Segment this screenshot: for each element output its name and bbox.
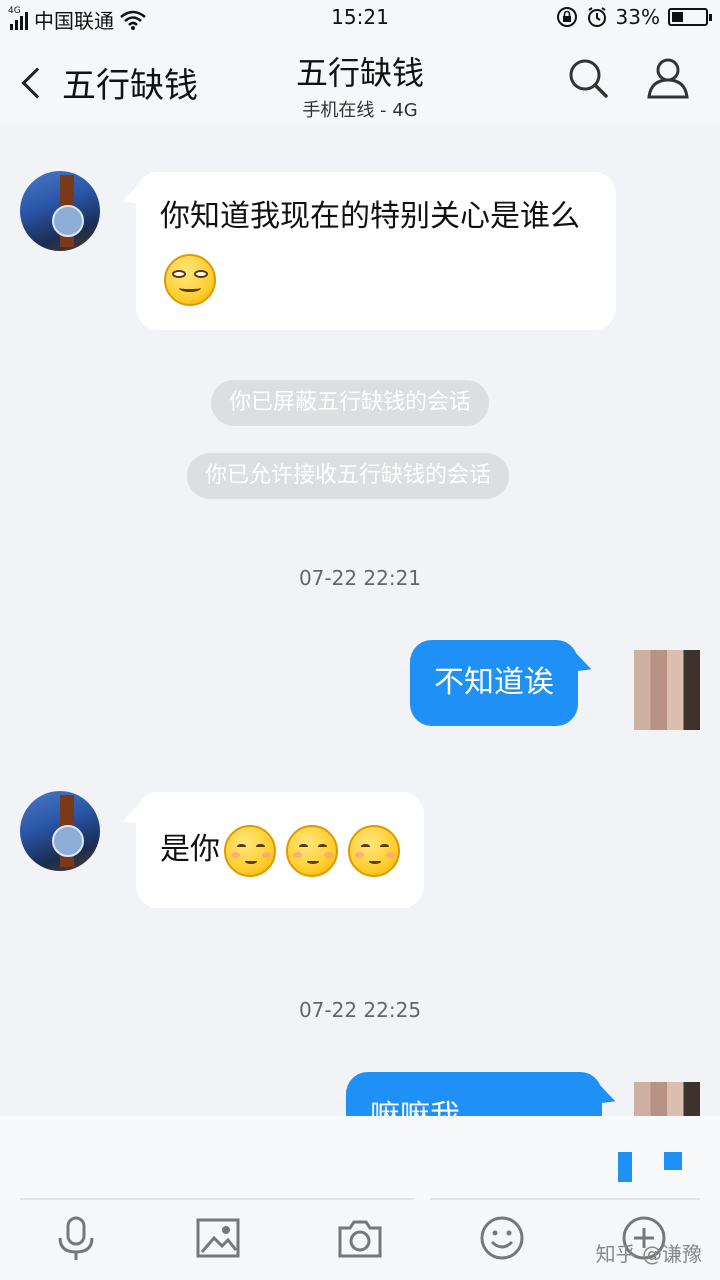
battery-icon — [668, 8, 712, 26]
message-bubble-outgoing[interactable]: 不知道诶 — [410, 640, 578, 726]
system-notice: 你已允许接收五行缺钱的会话 — [187, 453, 510, 499]
message-text: 嘛嘛我 — [370, 1099, 460, 1116]
emoji-icon[interactable] — [478, 1214, 526, 1262]
censor-mosaic — [618, 1152, 632, 1182]
message-timestamp: 07-22 22:21 — [298, 566, 422, 590]
message-timestamp: 07-22 22:25 — [298, 998, 422, 1022]
blush-emoji-icon — [224, 824, 276, 877]
status-bar: 4G 中国联通 15:21 33% — [0, 0, 720, 36]
battery-percent: 33% — [615, 5, 660, 29]
rotation-lock-icon — [556, 7, 577, 27]
watermark: 知乎 @谦豫 — [595, 1242, 702, 1266]
microphone-icon[interactable] — [52, 1214, 100, 1262]
status-right: 33% — [556, 5, 712, 29]
my-avatar[interactable] — [634, 650, 700, 730]
message-text: 是你 — [160, 832, 220, 867]
system-notice: 你已屏蔽五行缺钱的会话 — [211, 380, 490, 426]
blush-emoji-icon — [286, 824, 338, 877]
my-avatar[interactable] — [634, 1082, 700, 1116]
message-text: 不知道诶 — [434, 665, 554, 700]
alarm-icon — [587, 7, 606, 27]
censor-mosaic — [664, 1152, 682, 1170]
message-bubble-incoming[interactable]: 你知道我现在的特别关心是谁么 — [136, 172, 616, 330]
chat-area[interactable]: 你知道我现在的特别关心是谁么 你已屏蔽五行缺钱的会话 你已允许接收五行缺钱的会话… — [0, 124, 720, 1116]
title-bar: 五行缺钱 五行缺钱 手机在线 - 4G — [0, 36, 720, 124]
blush-emoji-icon — [348, 824, 400, 877]
contact-name: 五行缺钱 — [295, 54, 424, 92]
contact-avatar[interactable] — [20, 791, 100, 871]
message-text: 你知道我现在的特别关心是谁么 — [160, 199, 580, 234]
message-bubble-incoming[interactable]: 是你 — [136, 792, 424, 908]
contact-avatar[interactable] — [20, 171, 100, 251]
smirk-emoji-icon — [164, 253, 216, 306]
message-input[interactable] — [0, 1116, 720, 1200]
profile-icon[interactable] — [646, 56, 690, 100]
camera-icon[interactable] — [336, 1214, 384, 1262]
image-icon[interactable] — [194, 1214, 242, 1262]
message-bubble-outgoing[interactable]: 嘛嘛我 — [346, 1072, 602, 1116]
contact-title[interactable]: 五行缺钱 手机在线 - 4G — [0, 48, 720, 122]
search-icon[interactable] — [566, 56, 610, 100]
contact-status: 手机在线 - 4G — [302, 100, 418, 121]
